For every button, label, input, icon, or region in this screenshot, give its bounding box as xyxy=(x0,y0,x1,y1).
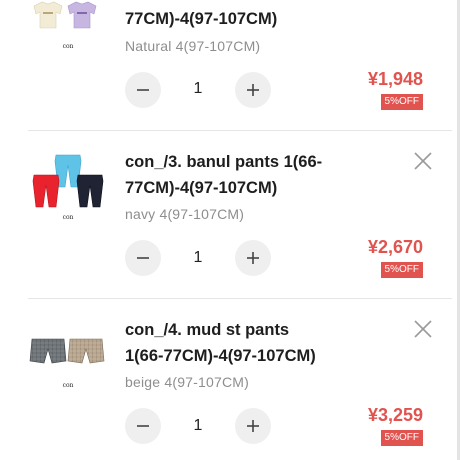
product-variant: beige 4(97-107CM) xyxy=(125,374,250,390)
svg-text:con: con xyxy=(63,382,74,389)
plus-icon xyxy=(247,252,259,264)
decrease-quantity-button[interactable] xyxy=(125,408,161,444)
product-price: ¥2,670 xyxy=(367,237,423,257)
product-title[interactable]: con_/3. banul pants 1(66-77CM)-4(97-107C… xyxy=(125,149,325,201)
product-variant: navy 4(97-107CM) xyxy=(125,206,245,222)
cart-item: con con_/3. banul pants 1(66-77CM)-4(97-… xyxy=(0,131,452,299)
discount-badge: 5%OFF xyxy=(380,430,423,446)
quantity-value: 1 xyxy=(193,80,203,97)
product-thumbnail[interactable]: con xyxy=(28,321,108,401)
decrease-quantity-button[interactable] xyxy=(125,72,161,108)
increase-quantity-button[interactable] xyxy=(235,72,271,108)
plus-icon xyxy=(247,84,259,96)
quantity-value: 1 xyxy=(193,249,203,266)
cart-item: con con_/4. mud st pants 1(66-77CM)-4(97… xyxy=(0,299,452,460)
minus-icon xyxy=(137,257,149,259)
discount-badge: 5%OFF xyxy=(380,94,423,110)
increase-quantity-button[interactable] xyxy=(235,240,271,276)
minus-icon xyxy=(137,425,149,427)
quantity-value: 1 xyxy=(193,417,203,434)
cart-item: con 77CM)-4(97-107CM) Natural 4(97-107CM… xyxy=(0,0,452,130)
product-thumbnail[interactable]: con xyxy=(28,0,108,74)
product-variant: Natural 4(97-107CM) xyxy=(125,38,261,54)
minus-icon xyxy=(137,89,149,91)
product-price: ¥3,259 xyxy=(367,405,423,425)
close-icon xyxy=(414,152,432,170)
discount-badge: 5%OFF xyxy=(380,262,423,278)
decrease-quantity-button[interactable] xyxy=(125,240,161,276)
product-title[interactable]: 77CM)-4(97-107CM) xyxy=(125,6,325,32)
remove-item-button[interactable] xyxy=(412,150,434,172)
increase-quantity-button[interactable] xyxy=(235,408,271,444)
product-title[interactable]: con_/4. mud st pants 1(66-77CM)-4(97-107… xyxy=(125,317,325,369)
remove-item-button[interactable] xyxy=(412,318,434,340)
svg-text:con: con xyxy=(63,43,74,50)
plus-icon xyxy=(247,420,259,432)
close-icon xyxy=(414,320,432,338)
svg-text:con: con xyxy=(63,214,74,221)
product-price: ¥1,948 xyxy=(367,69,423,89)
cart-page: con 77CM)-4(97-107CM) Natural 4(97-107CM… xyxy=(0,0,460,460)
product-thumbnail[interactable]: con xyxy=(28,151,108,231)
